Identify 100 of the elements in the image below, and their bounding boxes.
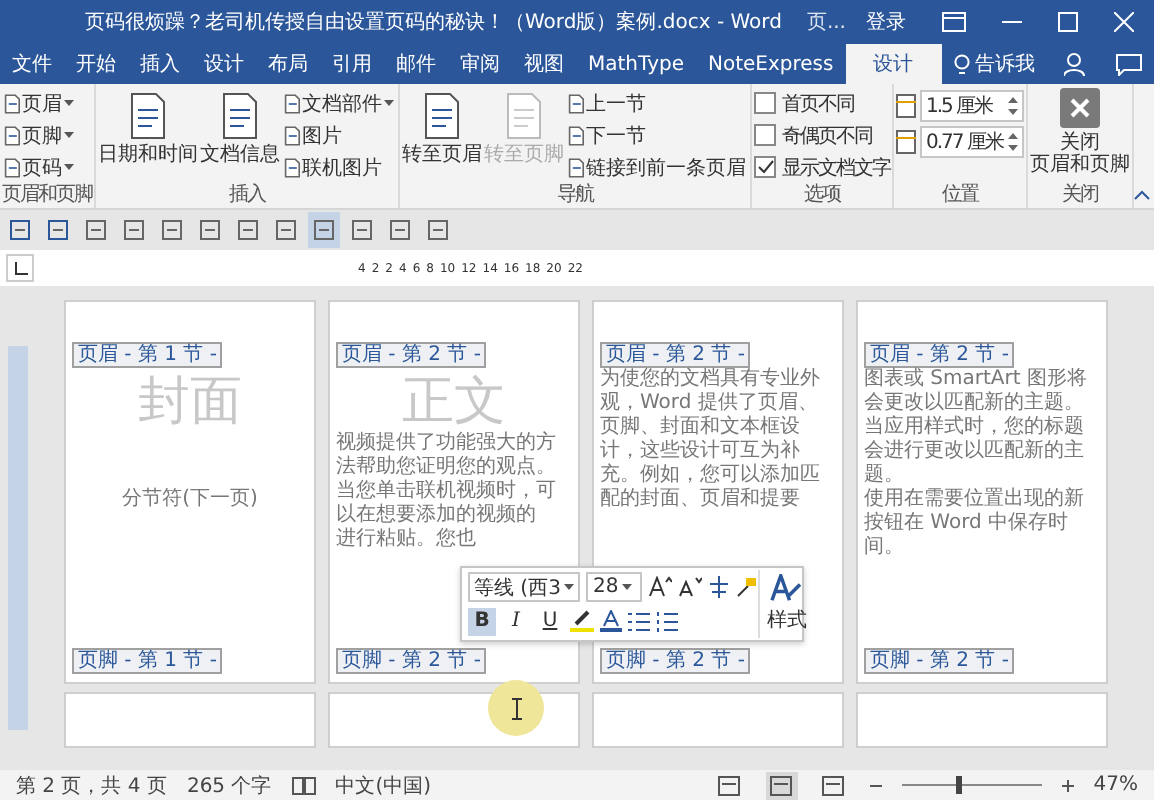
ribbon-display-icon[interactable]: [942, 12, 966, 32]
spin-field[interactable]: 0.77 厘米: [920, 125, 1024, 157]
styles-button[interactable]: 样式: [758, 570, 813, 638]
ribbon-tab[interactable]: 审阅: [448, 44, 512, 84]
close-icon[interactable]: [1114, 12, 1134, 32]
spinner-arrows-icon: [1008, 131, 1018, 151]
option-checkbox[interactable]: 显示文档文字: [754, 152, 890, 182]
ribbon-tab[interactable]: 视图: [512, 44, 576, 84]
body-paragraph: 为使您的文档具有专业外观，Word 提供了页眉、页脚、封面和文本框设计，这些设计可互为补充。例如，您可以添加匹配的封面、页眉和提要: [600, 368, 822, 512]
ribbon-button[interactable]: 图片: [282, 120, 396, 150]
format-button[interactable]: U: [536, 607, 564, 635]
phonetic-guide-icon[interactable]: [708, 576, 731, 598]
section-break: 分节符(下一页): [120, 485, 260, 512]
ribbon-tab[interactable]: 设计: [845, 44, 942, 84]
ribbon-tab[interactable]: NoteExpress: [695, 44, 846, 84]
checkbox-label: 显示文档文字: [782, 155, 890, 181]
bullet-list-icon[interactable]: [628, 611, 650, 631]
ribbon-button[interactable]: 页眉: [2, 88, 76, 118]
header-tag: 页眉 - 第 2 节 -: [336, 342, 487, 368]
caret-icon: [564, 584, 575, 590]
body-paragraph: 使用在需要位置出现的新按钮在 Word 中保存时间。: [864, 488, 1086, 560]
page-icon: [568, 123, 584, 147]
ribbon-button[interactable]: 文档信息: [200, 88, 280, 184]
collapse-ribbon-icon[interactable]: [1134, 190, 1150, 200]
ribbon-button[interactable]: 联机图片: [282, 152, 396, 182]
tab-selector[interactable]: [6, 254, 34, 282]
ribbon-tab[interactable]: 邮件: [384, 44, 448, 84]
proofing-book-icon[interactable]: [291, 775, 316, 795]
ribbon-tab[interactable]: 开始: [64, 44, 128, 84]
ribbon-button[interactable]: 上一节: [566, 88, 748, 118]
ribbon-button[interactable]: 页码: [2, 152, 76, 182]
toolbar-button[interactable]: [308, 212, 340, 248]
zoom-in-icon[interactable]: [1061, 779, 1074, 791]
page-count[interactable]: 第 2 页，共 4 页: [16, 771, 167, 799]
group-label: 插入: [227, 184, 268, 208]
spin-field[interactable]: 1.5 厘米: [920, 89, 1024, 121]
format-painter-icon[interactable]: [736, 576, 759, 598]
language-status[interactable]: 中文(中国): [335, 771, 432, 799]
font-field[interactable]: 等线 (西3: [468, 572, 581, 602]
header-tag: 页眉 - 第 1 节 -: [72, 342, 223, 368]
checkmark-icon: [757, 160, 773, 174]
word-count[interactable]: 265 个字: [186, 771, 272, 799]
ribbon-tab[interactable]: 布局: [256, 44, 320, 84]
ribbon-tab[interactable]: 引用: [320, 44, 384, 84]
option-checkbox[interactable]: 奇偶页不同: [754, 120, 890, 150]
view-button[interactable]: [765, 771, 798, 799]
footer-tag: 页脚 - 第 2 节 -: [864, 648, 1015, 674]
format-button[interactable]: B: [468, 607, 496, 635]
styles-icon: [768, 574, 805, 602]
footer-tag: 页脚 - 第 2 节 -: [336, 648, 487, 674]
shrink-font-icon[interactable]: [678, 576, 703, 598]
ribbon-tab[interactable]: MathType: [576, 44, 696, 84]
page-icon: [568, 155, 584, 179]
header-tag: 页眉 - 第 2 节 -: [600, 342, 751, 368]
ribbon-button[interactable]: 日期和时间: [98, 88, 198, 184]
format-button[interactable]: I: [502, 607, 530, 635]
slider-thumb[interactable]: [955, 776, 962, 794]
grow-font-icon[interactable]: [648, 576, 673, 598]
ribbon-button[interactable]: 链接到前一条页眉: [566, 152, 748, 182]
font-color-icon[interactable]: [600, 610, 622, 632]
sign-in-button[interactable]: 登录: [866, 8, 906, 36]
ribbon-button[interactable]: 转至页眉: [402, 88, 482, 184]
ribbon-button[interactable]: 下一节: [566, 120, 748, 150]
group-label: 位置: [940, 184, 981, 208]
page-icon: [568, 91, 584, 115]
header-tag: 页眉 - 第 2 节 -: [864, 342, 1015, 368]
minimize-icon[interactable]: [1002, 20, 1022, 24]
spinner-arrows-icon: [1008, 95, 1018, 115]
numbered-list-icon[interactable]: [656, 611, 678, 631]
comment-icon[interactable]: [1115, 53, 1142, 75]
maximize-icon[interactable]: [1058, 12, 1078, 32]
zoom-level[interactable]: 47%: [1093, 774, 1138, 796]
view-button[interactable]: [817, 771, 850, 799]
body-paragraph: 图表或 SmartArt 图形将会更改以匹配新的主题。当应用样式时，您的标题会进行更改以匹配新的主题。: [864, 368, 1089, 487]
margin-icon: [896, 93, 916, 117]
close-header-footer-button[interactable]: 关闭 页眉和页脚: [1030, 88, 1130, 184]
ribbon-tab[interactable]: 设计: [192, 44, 256, 84]
option-checkbox[interactable]: 首页不同: [754, 88, 890, 118]
footer-tag: 页脚 - 第 2 节 -: [600, 648, 751, 674]
document-icon: [502, 92, 546, 140]
ribbon-tab[interactable]: 插入: [128, 44, 192, 84]
group-label: 导航: [555, 184, 596, 208]
footer-tag: 页脚 - 第 1 节 -: [72, 648, 223, 674]
font-size-field[interactable]: 28: [586, 572, 643, 602]
button-label: 页眉和页脚: [1030, 154, 1130, 176]
checkbox[interactable]: [754, 156, 776, 178]
tell-me-button[interactable]: 告诉我: [953, 44, 1036, 84]
ribbon-tab[interactable]: 文件: [0, 44, 64, 84]
person-icon[interactable]: [1063, 52, 1088, 76]
text-cursor-icon: [511, 697, 521, 719]
margin-icon: [896, 129, 916, 153]
group-label: 选项: [802, 184, 843, 208]
view-button[interactable]: [713, 771, 746, 799]
checkbox[interactable]: [754, 124, 776, 146]
checkbox-label: 首页不同: [782, 91, 854, 117]
ribbon-button[interactable]: 页脚: [2, 120, 76, 150]
highlighter-icon[interactable]: [570, 610, 594, 632]
document-icon: [126, 92, 170, 140]
checkbox[interactable]: [754, 92, 776, 114]
ribbon-button[interactable]: 文档部件: [282, 88, 396, 118]
